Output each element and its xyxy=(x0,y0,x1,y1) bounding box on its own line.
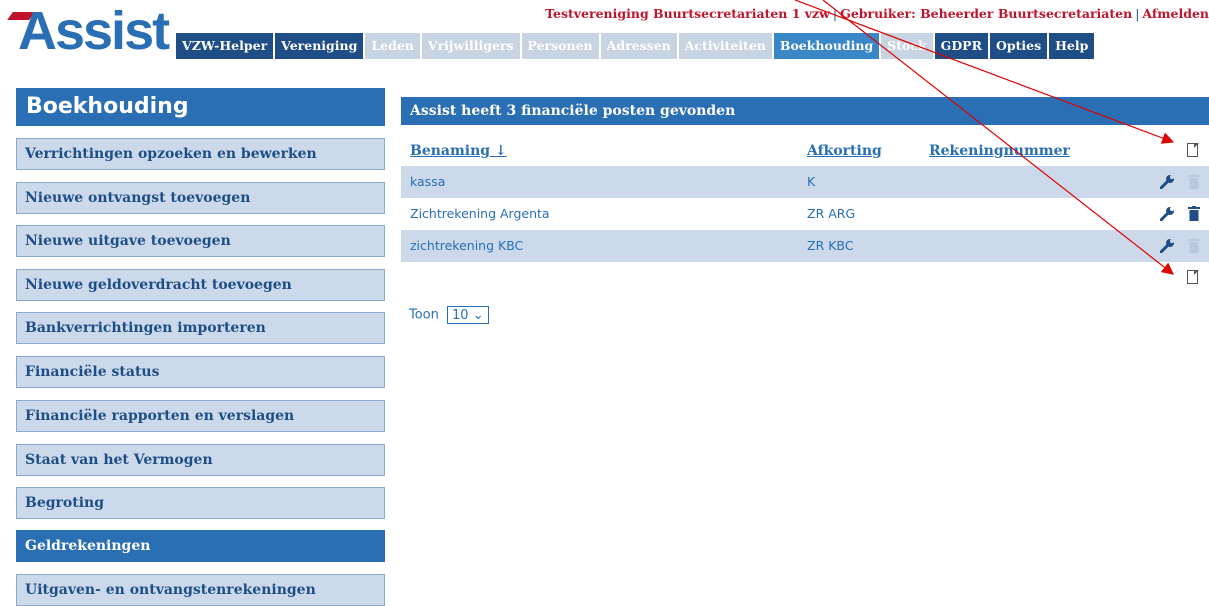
results-title: Assist heeft 3 financiële posten gevonde… xyxy=(401,97,1209,125)
column-header-rekeningnummer[interactable]: Rekeningnummer xyxy=(929,143,1070,159)
page-size-value: 10 xyxy=(452,308,469,323)
nav-tab-boekhouding[interactable]: Boekhouding xyxy=(773,33,880,59)
top-user-bar: Testvereniging Buurtsecretariaten 1 vzw |… xyxy=(545,6,1209,21)
page-size-label: Toon xyxy=(409,307,439,323)
nav-tab-activiteiten[interactable]: Activiteiten xyxy=(678,33,772,59)
main-navigation: VZW-Helper Vereniging Leden Vrijwilliger… xyxy=(176,33,1096,59)
sidebar-item-verrichtingen[interactable]: Verrichtingen opzoeken en bewerken xyxy=(16,138,385,170)
cell-benaming[interactable]: kassa xyxy=(410,166,445,198)
sidebar-title: Boekhouding xyxy=(16,88,385,126)
wrench-icon[interactable] xyxy=(1160,238,1175,253)
nav-tab-stock[interactable]: Stock xyxy=(881,33,933,59)
sidebar-item-begroting[interactable]: Begroting xyxy=(16,487,385,519)
sidebar-item-financiele-rapporten[interactable]: Financiële rapporten en verslagen xyxy=(16,400,385,432)
cell-afkorting: K xyxy=(807,174,816,189)
assist-logo[interactable]: Assist xyxy=(7,4,172,64)
trash-icon[interactable] xyxy=(1188,206,1200,221)
column-header-afkorting[interactable]: Afkorting xyxy=(807,143,882,159)
chevron-down-icon: ⌄ xyxy=(472,308,484,323)
table-row[interactable]: Zichtrekening Argenta ZR ARG xyxy=(401,198,1209,230)
nav-tab-personen[interactable]: Personen xyxy=(521,33,599,59)
cell-afkorting: ZR KBC xyxy=(807,238,854,253)
nav-tab-help[interactable]: Help xyxy=(1049,33,1095,59)
sidebar-item-nieuwe-uitgave[interactable]: Nieuwe uitgave toevoegen xyxy=(16,225,385,257)
nav-tab-vrijwilligers[interactable]: Vrijwilligers xyxy=(421,33,520,59)
sidebar-item-bankverrichtingen[interactable]: Bankverrichtingen importeren xyxy=(16,312,385,344)
sidebar-item-geldrekeningen[interactable]: Geldrekeningen xyxy=(16,530,385,562)
nav-tab-gdpr[interactable]: GDPR xyxy=(934,33,988,59)
cell-benaming[interactable]: zichtrekening KBC xyxy=(410,230,523,262)
sidebar-item-financiele-status[interactable]: Financiële status xyxy=(16,356,385,388)
nav-tab-leden[interactable]: Leden xyxy=(365,33,420,59)
nav-tab-opties[interactable]: Opties xyxy=(989,33,1048,59)
table-row[interactable]: kassa K xyxy=(401,166,1209,198)
nav-tab-vereniging[interactable]: Vereniging xyxy=(275,33,364,59)
column-header-benaming[interactable]: Benaming ↓ xyxy=(410,143,507,159)
trash-icon[interactable] xyxy=(1188,174,1200,189)
nav-tab-vzw-helper[interactable]: VZW-Helper xyxy=(176,33,274,59)
page-size-select[interactable]: 10 ⌄ xyxy=(447,306,489,324)
logo-text: Assist xyxy=(18,1,170,61)
organization-name: Testvereniging Buurtsecretariaten 1 vzw xyxy=(545,6,830,21)
trash-icon[interactable] xyxy=(1188,238,1200,253)
nav-tab-adressen[interactable]: Adressen xyxy=(600,33,677,59)
cell-benaming[interactable]: Zichtrekening Argenta xyxy=(410,198,550,230)
sidebar-item-nieuwe-geldoverdracht[interactable]: Nieuwe geldoverdracht toevoegen xyxy=(16,269,385,301)
wrench-icon[interactable] xyxy=(1160,174,1175,189)
logout-link[interactable]: Afmelden xyxy=(1142,6,1209,21)
user-label: Gebruiker: Beheerder Buurtsecretariaten xyxy=(840,6,1133,21)
table-row[interactable]: zichtrekening KBC ZR KBC xyxy=(401,230,1209,262)
sidebar-item-nieuwe-ontvangst[interactable]: Nieuwe ontvangst toevoegen xyxy=(16,182,385,214)
sidebar-item-staat-vermogen[interactable]: Staat van het Vermogen xyxy=(16,444,385,476)
new-document-icon[interactable] xyxy=(1187,142,1199,157)
sidebar-item-uitgaven-ontvangsten[interactable]: Uitgaven- en ontvangstenrekeningen xyxy=(16,574,385,606)
cell-afkorting: ZR ARG xyxy=(807,206,856,221)
new-document-icon[interactable] xyxy=(1187,269,1199,284)
wrench-icon[interactable] xyxy=(1160,206,1175,221)
page-size-control: Toon 10 ⌄ xyxy=(409,306,489,324)
